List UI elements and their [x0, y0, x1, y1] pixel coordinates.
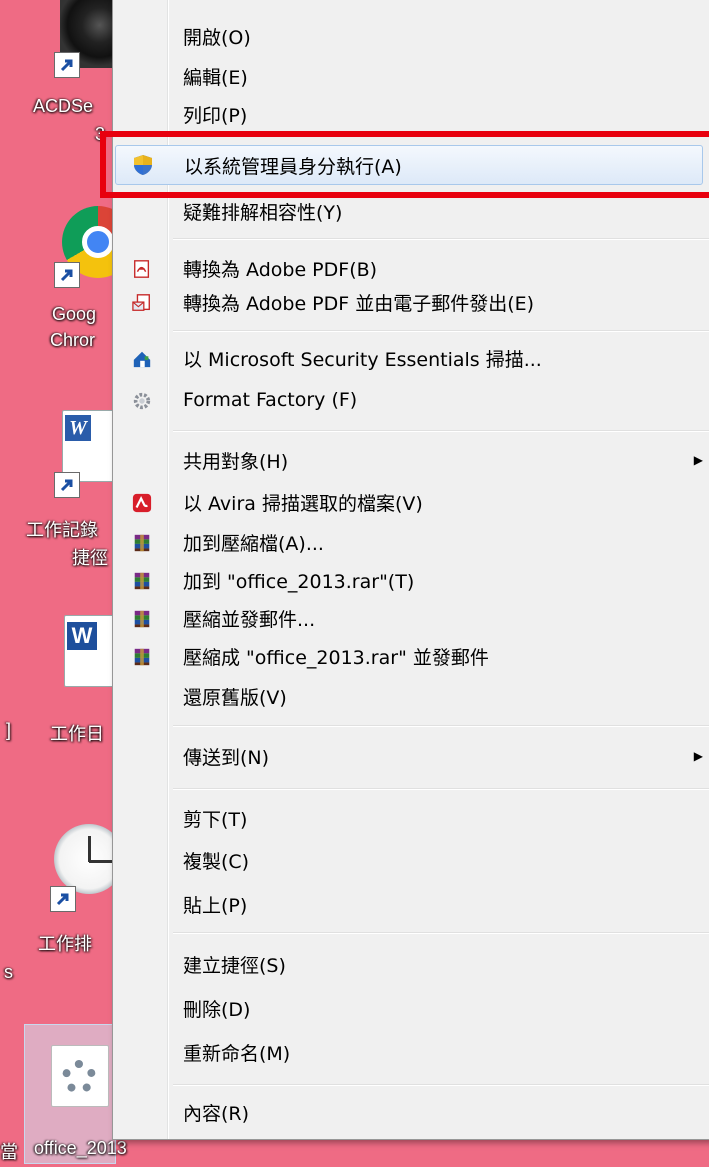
menu-item-create-shortcut[interactable]: 建立捷徑(S)	[115, 946, 709, 982]
menu-separator	[173, 430, 709, 432]
menu-item-convert-pdf-email[interactable]: 轉換為 Adobe PDF 並由電子郵件發出(E)	[115, 284, 709, 320]
desktop-label-chrome: Goog	[52, 304, 97, 324]
mse-icon	[131, 348, 153, 370]
menu-item-restore-previous[interactable]: 還原舊版(V)	[115, 678, 709, 714]
desktop-icon-acdsee[interactable]	[40, 0, 132, 150]
menu-item-label: 開啟(O)	[183, 26, 251, 49]
menu-item-label: 以 Microsoft Security Essentials 掃描...	[183, 348, 542, 371]
menu-separator	[173, 330, 709, 332]
shortcut-arrow-icon	[50, 886, 76, 912]
menu-item-delete[interactable]: 刪除(D)	[115, 990, 709, 1026]
menu-item-label: 傳送到(N)	[183, 746, 270, 769]
menu-item-label: 轉換為 Adobe PDF(B)	[183, 258, 378, 281]
left-edge-fragment: s	[4, 962, 13, 982]
menu-item-label: Format Factory (F)	[183, 389, 358, 411]
menu-item-label: 轉換為 Adobe PDF 並由電子郵件發出(E)	[183, 292, 535, 315]
submenu-arrow-icon: ▶	[693, 749, 703, 763]
menu-item-label: 剪下(T)	[183, 808, 248, 831]
menu-item-label: 共用對象(H)	[183, 450, 289, 473]
format-factory-icon	[131, 390, 153, 412]
menu-item-label: 加到 "office_2013.rar"(T)	[183, 570, 415, 593]
menu-item-mse-scan[interactable]: 以 Microsoft Security Essentials 掃描...	[115, 340, 709, 376]
winrar-icon	[131, 570, 153, 592]
menu-item-format-factory[interactable]: Format Factory (F)	[115, 382, 709, 418]
pdf-convert-icon	[131, 258, 153, 280]
desktop-label-work-log-2: 捷徑	[72, 548, 108, 568]
shortcut-arrow-icon	[54, 472, 80, 498]
menu-item-label: 複製(C)	[183, 850, 250, 873]
menu-item-label: 壓縮成 "office_2013.rar" 並發郵件	[183, 646, 489, 669]
menu-item-label: 刪除(D)	[183, 998, 251, 1021]
desktop-label-task-scheduler: 工作排	[38, 934, 92, 954]
highlight-annotation-box	[100, 131, 709, 198]
menu-item-properties[interactable]: 內容(R)	[115, 1094, 709, 1130]
menu-item-print[interactable]: 列印(P)	[115, 98, 709, 128]
menu-item-label: 內容(R)	[183, 1102, 250, 1125]
left-edge-fragment: 當	[0, 1142, 18, 1162]
menu-item-add-to-rar[interactable]: 加到 "office_2013.rar"(T)	[115, 562, 709, 598]
desktop-label-acdsee: ACDSe	[33, 96, 94, 116]
menu-separator	[173, 725, 709, 727]
menu-item-compress-email[interactable]: 壓縮並發郵件...	[115, 600, 709, 636]
shortcut-arrow-icon	[54, 52, 80, 78]
desktop-icon-chrome[interactable]	[40, 200, 134, 320]
menu-item-label: 疑難排解相容性(Y)	[183, 201, 343, 224]
menu-item-share-with[interactable]: 共用對象(H) ▶	[115, 442, 709, 478]
menu-item-send-to[interactable]: 傳送到(N) ▶	[115, 738, 709, 774]
menu-item-label: 建立捷徑(S)	[183, 954, 286, 977]
desktop-icon-work-day[interactable]: W	[50, 615, 122, 715]
menu-item-label: 加到壓縮檔(A)...	[183, 532, 324, 555]
desktop-label-office-2013: office_2013	[34, 1138, 127, 1158]
menu-item-rename[interactable]: 重新命名(M)	[115, 1034, 709, 1070]
menu-item-label: 編輯(E)	[183, 66, 248, 89]
menu-item-label: 還原舊版(V)	[183, 686, 287, 709]
menu-item-copy[interactable]: 複製(C)	[115, 842, 709, 878]
menu-item-open[interactable]: 開啟(O)	[115, 18, 709, 54]
menu-item-troubleshoot-compat[interactable]: 疑難排解相容性(Y)	[115, 196, 709, 226]
left-edge-fragment: ]	[6, 720, 12, 740]
desktop-label-chrome-2: Chror	[50, 330, 96, 350]
avira-icon	[131, 492, 153, 514]
winrar-icon	[131, 646, 153, 668]
desktop-label-work-log: 工作記錄	[26, 520, 98, 540]
submenu-arrow-icon: ▶	[693, 453, 703, 467]
menu-item-cut[interactable]: 剪下(T)	[115, 800, 709, 836]
menu-item-edit[interactable]: 編輯(E)	[115, 58, 709, 94]
winrar-icon	[131, 608, 153, 630]
menu-item-paste[interactable]: 貼上(P)	[115, 886, 709, 922]
menu-item-label: 貼上(P)	[183, 894, 248, 917]
menu-separator	[173, 788, 709, 790]
menu-separator	[173, 1084, 709, 1086]
winrar-icon	[131, 532, 153, 554]
menu-item-label: 以 Avira 掃描選取的檔案(V)	[183, 492, 423, 515]
menu-item-label: 列印(P)	[183, 105, 248, 127]
menu-item-compress-rar-email[interactable]: 壓縮成 "office_2013.rar" 並發郵件	[115, 638, 709, 674]
menu-separator	[173, 932, 709, 934]
shortcut-arrow-icon	[54, 262, 80, 288]
pdf-email-icon	[131, 292, 153, 314]
menu-item-avira-scan[interactable]: 以 Avira 掃描選取的檔案(V)	[115, 484, 709, 520]
menu-item-label: 壓縮並發郵件...	[183, 608, 316, 631]
menu-item-label: 重新命名(M)	[183, 1042, 291, 1065]
menu-item-convert-pdf[interactable]: 轉換為 Adobe PDF(B)	[115, 250, 709, 286]
gear-icon	[51, 1045, 109, 1107]
desktop-icon-work-log[interactable]: W	[40, 410, 120, 520]
desktop-icon-task-scheduler[interactable]	[40, 820, 124, 930]
menu-item-add-to-archive[interactable]: 加到壓縮檔(A)...	[115, 524, 709, 560]
desktop-label-work-day: 工作日	[50, 724, 104, 744]
menu-separator	[173, 238, 709, 240]
